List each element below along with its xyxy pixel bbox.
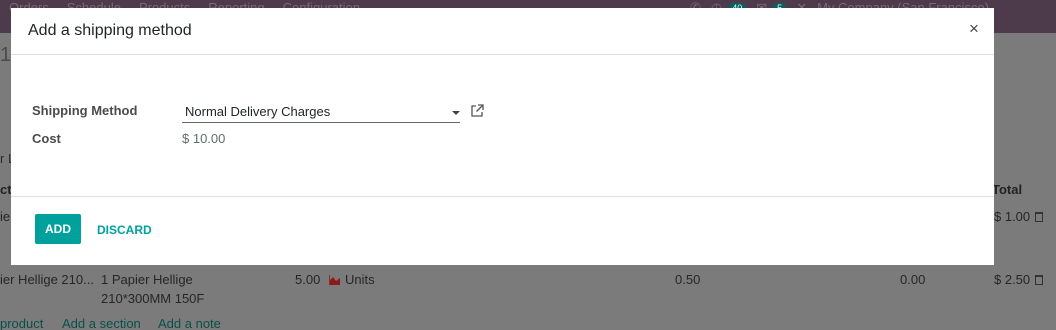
- close-icon[interactable]: ×: [966, 20, 982, 38]
- column-header-product[interactable]: ct: [0, 182, 12, 197]
- dialog-title: Add a shipping method: [28, 22, 192, 39]
- forecast-chart-icon[interactable]: [329, 275, 341, 285]
- trash-icon[interactable]: [1035, 212, 1044, 222]
- row2-description[interactable]: 1 Papier Hellige 210*300MM 150F: [101, 270, 204, 308]
- row1-subtotal: $ 1.00: [994, 207, 1044, 226]
- add-product-link[interactable]: product: [0, 316, 43, 330]
- chevron-down-icon[interactable]: [452, 111, 460, 115]
- row2-description-line1: 1 Papier Hellige: [101, 272, 193, 287]
- cost-label: Cost: [32, 131, 61, 146]
- dialog-header: Add a shipping method ×: [11, 8, 994, 55]
- row2-discount[interactable]: 0.00: [900, 270, 925, 289]
- shipping-method-label: Shipping Method: [32, 103, 138, 118]
- row2-price[interactable]: 0.50: [675, 270, 700, 289]
- row2-uom[interactable]: Units: [329, 270, 375, 289]
- add-note-link[interactable]: Add a note: [158, 316, 221, 330]
- row1-product[interactable]: ie: [0, 207, 10, 226]
- row2-description-line2: 210*300MM 150F: [101, 291, 205, 306]
- row2-uom-label: Units: [345, 272, 375, 287]
- discard-button[interactable]: DISCARD: [97, 223, 152, 237]
- row2-quantity[interactable]: 5.00: [295, 270, 320, 289]
- trash-icon[interactable]: [1035, 275, 1044, 285]
- external-link-icon[interactable]: [470, 103, 485, 118]
- shipping-method-dialog: Add a shipping method × Shipping Method …: [11, 8, 994, 265]
- add-section-link[interactable]: Add a section: [62, 316, 141, 330]
- column-header-total[interactable]: Total: [992, 182, 1022, 197]
- cost-value: $ 10.00: [182, 131, 226, 146]
- row2-subtotal: $ 2.50: [994, 270, 1044, 289]
- dialog-footer: ADD DISCARD: [11, 196, 994, 265]
- shipping-method-select[interactable]: Normal Delivery Charges: [182, 101, 460, 123]
- row2-product[interactable]: ier Hellige 210...: [0, 270, 94, 289]
- row2-subtotal-value: $ 2.50: [994, 272, 1031, 287]
- add-button[interactable]: ADD: [35, 214, 81, 244]
- row1-subtotal-value: $ 1.00: [994, 209, 1031, 224]
- shipping-method-value[interactable]: Normal Delivery Charges: [185, 104, 330, 119]
